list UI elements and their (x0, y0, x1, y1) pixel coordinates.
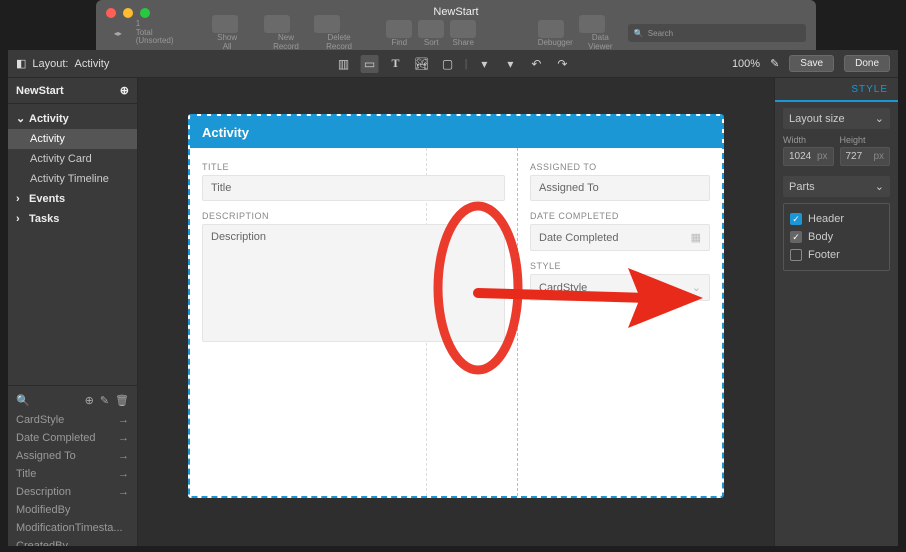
tree-group-events[interactable]: ›Events (8, 189, 137, 209)
height-input[interactable]: 727px (840, 147, 891, 166)
layout-editor-window: ◧ Layout: Activity ▥ ▭ T 🏞 ▢ | ▾ ▾ ↶ ↷ 1… (8, 50, 898, 546)
layout-tree: ⌄Activity Activity Activity Card Activit… (8, 104, 137, 233)
delete-record-button[interactable] (314, 15, 340, 33)
field-item[interactable]: CreatedBy (8, 537, 137, 546)
field-item[interactable]: Title→ (8, 465, 137, 483)
part-footer-checkbox[interactable]: Footer (790, 246, 883, 264)
field-label: DATE COMPLETED (530, 211, 710, 221)
field-item[interactable]: CardStyle→ (8, 411, 137, 429)
tool-viewmode-icon[interactable]: ▥ (335, 55, 353, 73)
sidebar-toggle-icon[interactable]: ◧ (16, 57, 26, 70)
drag-icon: → (118, 468, 129, 480)
checkbox-icon (790, 249, 802, 261)
drag-icon: → (118, 486, 129, 498)
field-item[interactable]: ModifiedBy (8, 501, 137, 519)
parent-title: NewStart (96, 6, 816, 18)
zoom-level[interactable]: 100% (732, 58, 760, 70)
tool-group-icon[interactable]: ▾ (501, 55, 519, 73)
parts-row[interactable]: Parts ⌄ (783, 176, 890, 197)
calendar-icon[interactable]: ▦ (691, 231, 701, 244)
inspector-panel: STYLE Layout size ⌄ Width 1024px Height … (774, 78, 898, 546)
field-label: TITLE (202, 162, 505, 172)
width-label: Width (783, 135, 834, 145)
chevron-down-icon: ⌄ (875, 180, 884, 193)
width-input[interactable]: 1024px (783, 147, 834, 166)
drag-icon: → (118, 432, 129, 444)
share-button[interactable] (450, 20, 476, 38)
tool-arrange-icon[interactable]: ▾ (475, 55, 493, 73)
checkbox-icon: ✓ (790, 213, 802, 225)
cardstyle-field[interactable]: CardStyle⌄ (530, 274, 710, 301)
workspace-header: NewStart ⊕ (8, 78, 137, 104)
search-icon: 🔍 (634, 29, 644, 38)
fields-add-icon[interactable]: ⊕ (85, 394, 94, 407)
part-body-checkbox[interactable]: ✓Body (790, 228, 883, 246)
checkbox-icon: ✓ (790, 231, 802, 243)
layout-name[interactable]: Activity (75, 58, 110, 70)
field-label: ASSIGNED TO (530, 162, 710, 172)
field-item[interactable]: Date Completed→ (8, 429, 137, 447)
tool-button-icon[interactable]: ▢ (439, 55, 457, 73)
debugger-button[interactable] (538, 20, 564, 38)
tree-item-activity-card[interactable]: Activity Card (8, 149, 137, 169)
show-all-button[interactable] (212, 15, 238, 33)
fields-panel: 🔍 ⊕ ✎ 🗑 CardStyle→ Date Completed→ Assig… (8, 385, 137, 546)
fields-delete-icon[interactable]: 🗑 (115, 394, 129, 407)
add-layout-icon[interactable]: ⊕ (120, 84, 129, 97)
tree-group-tasks[interactable]: ›Tasks (8, 209, 137, 229)
left-sidebar: NewStart ⊕ ⌄Activity Activity Activity C… (8, 78, 138, 546)
find-button[interactable] (386, 20, 412, 38)
parent-window: NewStart ◂▸ 1 Total (Unsorted) Show All … (96, 0, 816, 50)
search-input[interactable]: 🔍 Search (628, 24, 806, 42)
layout-left-column: TITLE Title DESCRIPTION Description (190, 148, 518, 496)
format-painter-icon[interactable]: ✎ (770, 57, 779, 70)
record-info: 1 Total (Unsorted) (136, 20, 192, 46)
layout-surface[interactable]: Activity TITLE Title DESCRIPTION Descrip… (188, 114, 724, 498)
drag-icon: → (118, 450, 129, 462)
done-button[interactable]: Done (844, 55, 890, 72)
title-field[interactable]: Title (202, 175, 505, 201)
field-item[interactable]: Assigned To→ (8, 447, 137, 465)
parts-list: ✓Header ✓Body Footer (783, 203, 890, 271)
layout-right-column: ASSIGNED TO Assigned To DATE COMPLETED D… (518, 148, 722, 496)
field-item[interactable]: Description→ (8, 483, 137, 501)
layout-label: Layout: (32, 58, 68, 70)
inspector-tab-style[interactable]: STYLE (775, 78, 898, 102)
tool-image-icon[interactable]: 🏞 (413, 55, 431, 73)
sort-button[interactable] (418, 20, 444, 38)
assigned-to-field[interactable]: Assigned To (530, 175, 710, 201)
field-item[interactable]: ModificationTimesta... (8, 519, 137, 537)
redo-icon[interactable]: ↷ (553, 55, 571, 73)
tree-item-activity[interactable]: Activity (8, 129, 137, 149)
save-button[interactable]: Save (789, 55, 834, 72)
tool-select-icon[interactable]: ▭ (361, 55, 379, 73)
field-label: DESCRIPTION (202, 211, 505, 221)
height-label: Height (840, 135, 891, 145)
layout-canvas[interactable]: Activity TITLE Title DESCRIPTION Descrip… (138, 78, 774, 546)
new-record-button[interactable] (264, 15, 290, 33)
fields-edit-icon[interactable]: ✎ (100, 394, 109, 407)
date-completed-field[interactable]: Date Completed▦ (530, 224, 710, 251)
tree-item-activity-timeline[interactable]: Activity Timeline (8, 169, 137, 189)
record-nav-icon[interactable]: ◂▸ (106, 26, 130, 40)
layout-size-row[interactable]: Layout size ⌄ (783, 108, 890, 129)
undo-icon[interactable]: ↶ (527, 55, 545, 73)
tree-group-activity[interactable]: ⌄Activity (8, 108, 137, 129)
data-viewer-button[interactable] (579, 15, 605, 33)
tool-text-icon[interactable]: T (387, 55, 405, 73)
fields-search-icon[interactable]: 🔍 (16, 394, 30, 407)
part-header-checkbox[interactable]: ✓Header (790, 210, 883, 228)
editor-topbar: ◧ Layout: Activity ▥ ▭ T 🏞 ▢ | ▾ ▾ ↶ ↷ 1… (8, 50, 898, 78)
field-label: STYLE (530, 261, 710, 271)
chevron-down-icon: ⌄ (875, 112, 884, 125)
parent-toolbar: ◂▸ 1 Total (Unsorted) Show All New Recor… (106, 20, 806, 46)
description-field[interactable]: Description (202, 224, 505, 342)
chevron-down-icon: ⌄ (692, 281, 701, 294)
drag-icon: → (118, 414, 129, 426)
layout-header-part[interactable]: Activity (190, 116, 722, 148)
